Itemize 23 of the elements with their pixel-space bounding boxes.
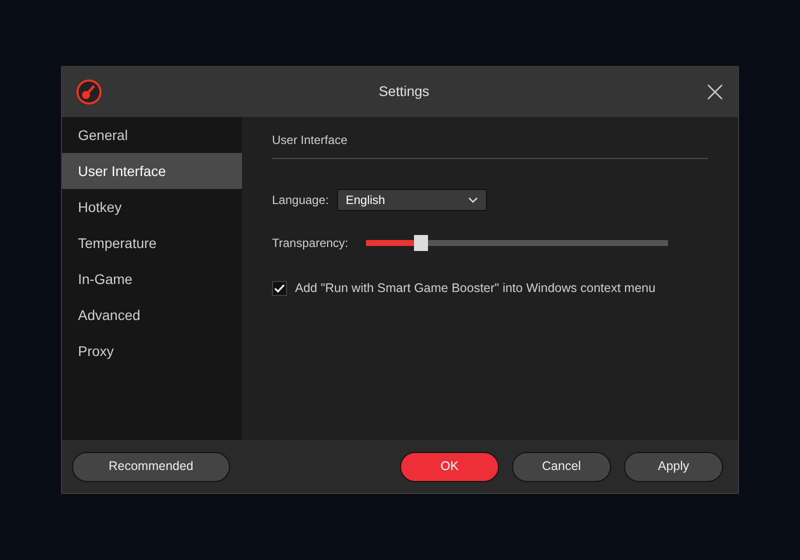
sidebar-item[interactable]: Advanced — [62, 297, 242, 333]
section-heading: User Interface — [272, 132, 348, 149]
sidebar-item[interactable]: Proxy — [62, 333, 242, 369]
dialog-title: Settings — [378, 83, 430, 99]
language-dropdown[interactable]: English — [336, 189, 487, 211]
sidebar-item[interactable]: Temperature — [62, 225, 242, 261]
checkbox[interactable] — [272, 280, 287, 296]
language-label: Language: — [272, 192, 329, 209]
logo-icon — [76, 79, 102, 105]
sidebar-item[interactable]: In-Game — [62, 261, 242, 297]
footer-button[interactable]: OK — [400, 452, 499, 482]
transparency-label: Transparency: — [272, 235, 348, 252]
chevron-icon — [468, 197, 478, 203]
transparency-slider[interactable] — [366, 235, 668, 251]
footer-button[interactable]: Recommended — [72, 452, 230, 482]
sidebar-item[interactable]: General — [62, 117, 242, 153]
close-button[interactable] — [706, 83, 724, 101]
footer-button[interactable]: Cancel — [512, 452, 611, 482]
sidebar-item[interactable]: User Interface — [62, 153, 242, 189]
footer-button[interactable]: Apply — [624, 452, 723, 482]
checkbox-label: Add "Run with Smart Game Booster" into Windows context menu — [295, 280, 656, 297]
sidebar-item[interactable]: Hotkey — [62, 189, 242, 225]
slider-thumb[interactable] — [414, 235, 428, 251]
